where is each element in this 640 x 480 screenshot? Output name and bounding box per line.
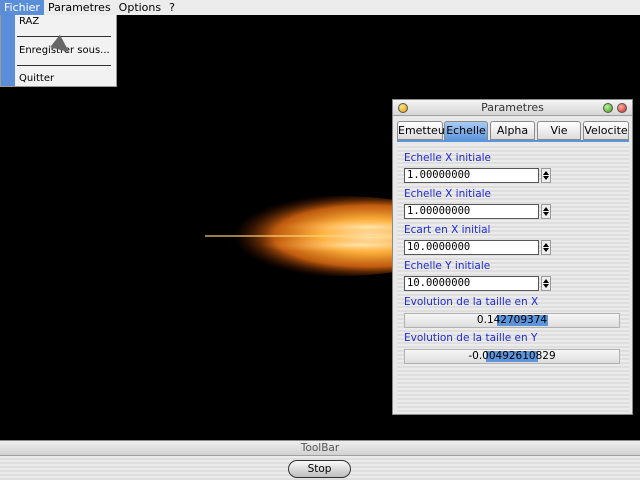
tab-underline: [397, 140, 629, 142]
spin-down-icon[interactable]: [543, 248, 549, 252]
tab-vie[interactable]: Vie: [537, 121, 581, 140]
menu-item-quitter[interactable]: Quitter: [19, 73, 54, 84]
spin-down-icon[interactable]: [543, 176, 549, 180]
spin-up-icon[interactable]: [543, 279, 549, 283]
tab-bar: Emetteur Echelle Alpha Vie Velocite: [397, 121, 629, 141]
menu-item-raz[interactable]: RAZ: [19, 16, 39, 27]
spin-down-icon[interactable]: [543, 284, 549, 288]
parametres-window: Parametres Emetteur Echelle Alpha Vie Ve…: [392, 99, 633, 415]
echelle-x-input-2[interactable]: 1.00000000: [404, 204, 539, 219]
menubar: Fichier Parametres Options ?: [0, 0, 640, 15]
ecart-x-input[interactable]: 10.0000000: [404, 240, 539, 255]
taille-x-slider[interactable]: 0.142709374: [404, 313, 620, 328]
close-icon[interactable]: [617, 103, 627, 113]
tab-emetteur[interactable]: Emetteur: [397, 121, 449, 140]
field-label: Ecart en X initial: [404, 224, 491, 236]
field-label: Echelle X initiale: [404, 188, 492, 200]
window-title: Parametres: [481, 101, 544, 114]
echelle-y-spinner[interactable]: [541, 276, 551, 291]
toolbar: ToolBar Stop: [0, 440, 640, 480]
slider-label: Evolution de la taille en X: [404, 296, 539, 308]
menu-options[interactable]: Options: [115, 0, 165, 15]
slider-value: 0.142709374: [476, 314, 548, 326]
field-label: Echelle X initiale: [404, 152, 492, 164]
menu-parametres[interactable]: Parametres: [44, 0, 115, 15]
echelle-x-spinner[interactable]: [541, 168, 551, 183]
slider-value: -0.00492610829: [468, 350, 556, 362]
menu-stripe: [1, 15, 15, 86]
minimize-icon[interactable]: [398, 103, 408, 113]
spin-up-icon[interactable]: [543, 243, 549, 247]
taille-y-slider[interactable]: -0.00492610829: [404, 349, 620, 364]
spin-up-icon[interactable]: [543, 207, 549, 211]
menu-separator: [17, 36, 111, 37]
echelle-panel: Echelle X initiale 1.00000000 Echelle X …: [397, 144, 629, 412]
echelle-x-input[interactable]: 1.00000000: [404, 168, 539, 183]
spin-up-icon[interactable]: [543, 171, 549, 175]
field-label: Echelle Y initiale: [404, 260, 491, 272]
menu-fichier[interactable]: Fichier: [0, 0, 44, 15]
maximize-icon[interactable]: [603, 103, 613, 113]
window-titlebar[interactable]: Parametres: [393, 100, 632, 116]
tab-echelle[interactable]: Echelle: [444, 121, 488, 141]
slider-label: Evolution de la taille en Y: [404, 332, 538, 344]
tab-velocite[interactable]: Velocite: [583, 121, 629, 140]
toolbar-title: ToolBar: [0, 441, 640, 456]
toolbar-body: Stop: [0, 456, 640, 480]
tab-alpha[interactable]: Alpha: [490, 121, 535, 140]
echelle-y-input[interactable]: 10.0000000: [404, 276, 539, 291]
spin-down-icon[interactable]: [543, 212, 549, 216]
menu-help[interactable]: ?: [165, 0, 179, 15]
menu-separator: [17, 65, 111, 66]
ecart-x-spinner[interactable]: [541, 240, 551, 255]
echelle-x-spinner-2[interactable]: [541, 204, 551, 219]
stop-button[interactable]: Stop: [288, 460, 351, 478]
